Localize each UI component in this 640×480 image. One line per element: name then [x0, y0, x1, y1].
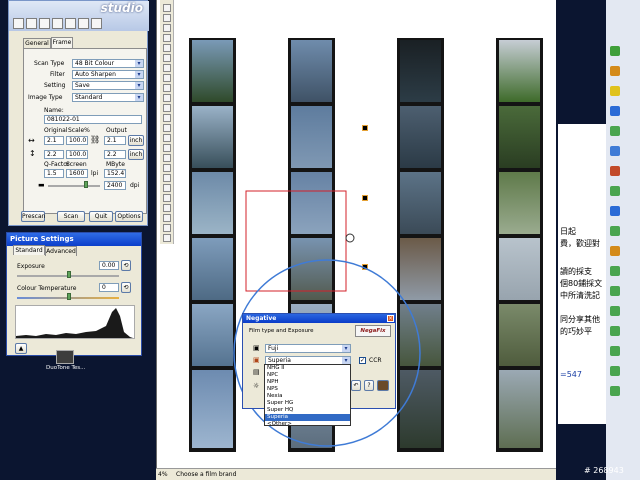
contact-icon[interactable] — [610, 306, 620, 316]
dropdown-option-selected[interactable]: Superia — [265, 414, 350, 421]
contact-icon[interactable] — [610, 366, 620, 376]
negative-dialog-title: Negative — [243, 314, 395, 323]
forum-line: 日起 — [560, 227, 576, 236]
contact-icon[interactable] — [610, 386, 620, 396]
forum-line: 同分享其他 — [560, 315, 600, 324]
image-id-watermark: # 268943 — [584, 466, 624, 475]
exposure-icon: ▤ — [253, 368, 260, 376]
forum-line: 的巧妙平 — [560, 327, 592, 336]
forum-line: 個80鋪採文 — [560, 279, 603, 288]
sun-icon: ☼ — [253, 382, 260, 390]
zoom-level: 4% — [158, 471, 168, 478]
smile-icon[interactable] — [610, 86, 620, 96]
dropdown-option[interactable]: NPS — [265, 386, 350, 393]
alert-icon[interactable] — [610, 166, 620, 176]
film-brand-icon: ▣ — [253, 344, 260, 352]
film-brand-select[interactable]: Fuji — [265, 344, 351, 353]
contact-icon[interactable] — [610, 226, 620, 236]
portrait-button[interactable] — [377, 380, 389, 391]
dropdown-option[interactable]: NPH — [265, 379, 350, 386]
crop-handle-icon[interactable] — [345, 233, 355, 243]
game-icon[interactable] — [610, 246, 620, 256]
contact-icon[interactable] — [610, 326, 620, 336]
close-icon[interactable]: × — [387, 315, 394, 322]
film-type-subtitle: Film type and Exposure — [249, 328, 314, 334]
contact-icon[interactable] — [610, 126, 620, 136]
film-type-dropdown[interactable]: NHG II NPC NPH NPS Nexia Super HG Super … — [264, 364, 351, 428]
ccr-checkbox[interactable]: ✓ — [359, 357, 366, 364]
dropdown-option[interactable]: NPC — [265, 372, 350, 379]
dropdown-option[interactable]: <Other> — [265, 421, 350, 428]
film-type-icon: ▣ — [253, 356, 260, 364]
contact-icon[interactable] — [610, 186, 620, 196]
help-button[interactable]: ? — [364, 380, 374, 391]
chat-icon[interactable] — [610, 146, 620, 156]
contact-icon[interactable] — [610, 346, 620, 356]
ccr-label: CCR — [369, 357, 382, 364]
messenger-icon[interactable] — [610, 46, 620, 56]
status-bar: 4% Choose a film brand — [156, 468, 556, 480]
forum-line: 費，歡迎對 — [560, 239, 600, 248]
mail-icon[interactable] — [610, 106, 620, 116]
star-icon[interactable] — [610, 66, 620, 76]
negafix-logo: NegaFix — [355, 325, 391, 337]
dropdown-option[interactable]: Nexia — [265, 393, 350, 400]
dropdown-option[interactable]: Super HG — [265, 400, 350, 407]
status-message: Choose a film brand — [176, 471, 237, 478]
contact-icon[interactable] — [610, 266, 620, 276]
group-icon[interactable] — [610, 206, 620, 216]
forum-link[interactable]: =547 — [560, 370, 582, 379]
contact-icon[interactable] — [610, 286, 620, 296]
crop-selection-rect[interactable] — [245, 190, 347, 292]
undo-button[interactable]: ↶ — [351, 380, 361, 391]
dropdown-option[interactable]: NHG II — [265, 365, 350, 372]
dropdown-option[interactable]: Super HQ — [265, 407, 350, 414]
background-window: 日起 費，歡迎對 讀的採支 個80鋪採文 中所清洗記 同分享其他 的巧妙平 =5… — [556, 0, 640, 480]
forum-line: 中所清洗記 — [560, 291, 600, 300]
forum-line: 讀的採支 — [560, 267, 592, 276]
